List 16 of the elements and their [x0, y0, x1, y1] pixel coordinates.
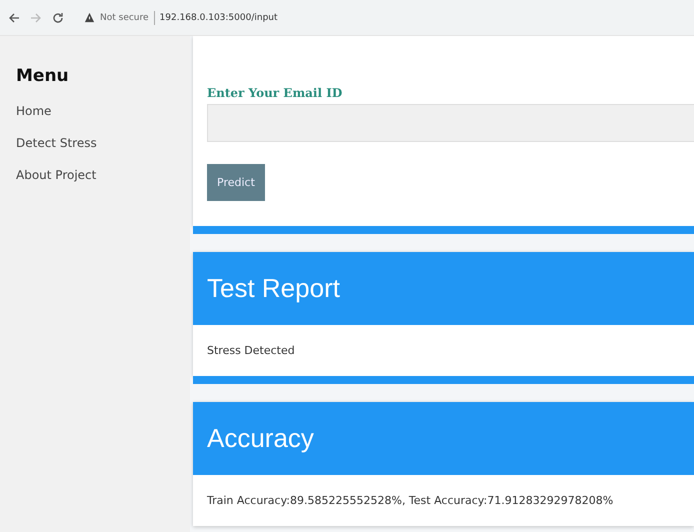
email-label: Enter Your Email ID — [207, 86, 344, 100]
card-title: Accuracy — [207, 423, 314, 454]
predict-button[interactable]: Predict — [207, 164, 265, 201]
warning-icon[interactable] — [84, 12, 95, 23]
security-label: Not secure — [100, 12, 149, 22]
url-text: 192.168.0.103:5000/input — [160, 12, 278, 22]
sidebar-title: Menu — [16, 66, 69, 86]
card-text: Train Accuracy:89.585225552528%, Test Accuracy:71.91283292978208% — [206, 493, 614, 509]
card-title: Test Report — [207, 273, 340, 304]
email-field[interactable] — [207, 104, 694, 142]
sidebar-item[interactable]: About Project — [16, 168, 96, 182]
back-icon[interactable] — [8, 12, 20, 24]
sidebar-item[interactable]: Detect Stress — [16, 136, 97, 150]
sidebar-item[interactable]: Home — [16, 104, 52, 118]
card-text: Stress Detected — [206, 343, 296, 359]
reload-icon[interactable] — [52, 12, 64, 24]
